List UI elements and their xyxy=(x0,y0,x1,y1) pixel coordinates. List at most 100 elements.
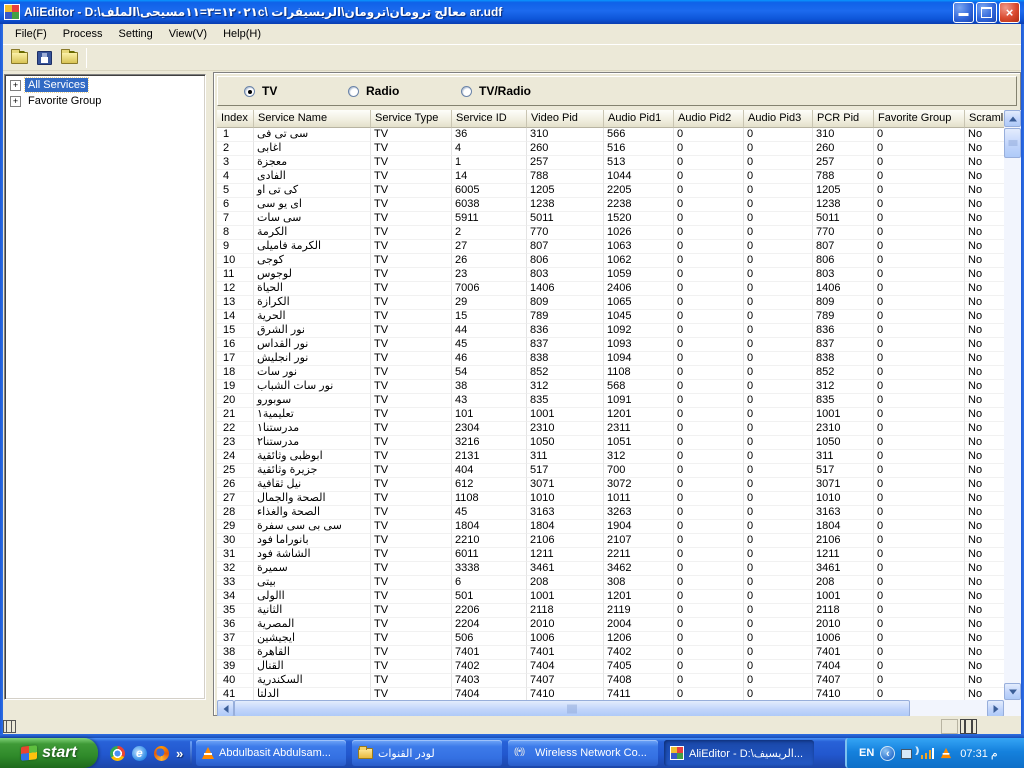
menu-item-setting[interactable]: Setting xyxy=(111,25,161,43)
table-row[interactable]: 7سى ساتTV5911501115200050110No xyxy=(217,212,1004,226)
table-row[interactable]: 30بانوراما فودTV2210210621070021060No xyxy=(217,534,1004,548)
column-header-service-type[interactable]: Service Type xyxy=(371,110,452,128)
table-row[interactable]: 33بيتىTV6208308002080No xyxy=(217,576,1004,590)
vertical-scroll-thumb[interactable] xyxy=(1004,128,1021,158)
close-button[interactable]: × xyxy=(999,2,1020,23)
table-row[interactable]: 34االولىTV501100112010010010No xyxy=(217,590,1004,604)
table-row[interactable]: 5كى تى اوTV6005120522050012050No xyxy=(217,184,1004,198)
table-row[interactable]: 19نور سات الشبابTV38312568003120No xyxy=(217,380,1004,394)
table-cell: 0 xyxy=(874,198,965,212)
task-button-vlc[interactable]: Abdulbasit Abdulsam... xyxy=(196,740,346,766)
minimize-button[interactable]: ▬ xyxy=(953,2,974,23)
column-header-service-name[interactable]: Service Name xyxy=(254,110,371,128)
firefox-icon[interactable] xyxy=(154,746,169,761)
column-header-audio-pid1[interactable]: Audio Pid1 xyxy=(604,110,674,128)
table-row[interactable]: 35الثانيةTV2206211821190021180No xyxy=(217,604,1004,618)
scroll-up-button[interactable] xyxy=(1004,110,1021,127)
horizontal-scrollbar[interactable] xyxy=(217,700,1004,717)
scroll-left-button[interactable] xyxy=(217,700,234,717)
tree-item-all-services[interactable]: +All Services xyxy=(5,77,205,93)
table-row[interactable]: 41الدلتاTV7404741074110074100No xyxy=(217,688,1004,700)
table-row[interactable]: 10كوجىTV268061062008060No xyxy=(217,254,1004,268)
table-row[interactable]: 25جزيرة وثائقيةTV404517700005170No xyxy=(217,464,1004,478)
table-row[interactable]: 1سى تى فىTV36310566003100No xyxy=(217,128,1004,142)
column-header-index[interactable]: Index xyxy=(217,110,254,128)
task-button-alieditor[interactable]: AliEditor - D:\⁦الريسيف⁩... xyxy=(664,740,814,766)
table-row[interactable]: 31الشاشة فودTV6011121122110012110No xyxy=(217,548,1004,562)
table-row[interactable]: 9الكرمة فاميلىTV278071063008070No xyxy=(217,240,1004,254)
menu-item-view-v[interactable]: View(V) xyxy=(161,25,215,43)
table-cell: 7401 xyxy=(527,646,604,660)
table-row[interactable]: 28الصحة والغذاءTV45316332630031630No xyxy=(217,506,1004,520)
table-row[interactable]: 15نور الشرقTV448361092008360No xyxy=(217,324,1004,338)
table-row[interactable]: 27الصحة والجمالTV1108101010110010100No xyxy=(217,492,1004,506)
language-indicator[interactable]: EN xyxy=(859,747,874,759)
table-row[interactable]: 24ابوظبى وثائقيةTV2131311312003110No xyxy=(217,450,1004,464)
radio-tv[interactable]: TV xyxy=(244,83,277,99)
table-row[interactable]: 40السكندريةTV7403740774080074070No xyxy=(217,674,1004,688)
task-button-wireless[interactable]: Wireless Network Co... xyxy=(508,740,658,766)
table-row[interactable]: 26نيل ثقافيةTV612307130720030710No xyxy=(217,478,1004,492)
table-cell: 208 xyxy=(527,576,604,590)
table-row[interactable]: 4الفادىTV147881044007880No xyxy=(217,170,1004,184)
menu-item-help-h[interactable]: Help(H) xyxy=(215,25,269,43)
table-row[interactable]: 39القنالTV7402740474050074040No xyxy=(217,660,1004,674)
column-header-scraml[interactable]: Scraml xyxy=(965,110,1004,128)
table-row[interactable]: 17نور انجليشTV468381094008380No xyxy=(217,352,1004,366)
table-row[interactable]: 22مدرستنا١TV2304231023110023100No xyxy=(217,422,1004,436)
table-cell: 2210 xyxy=(452,534,527,548)
quick-launch-overflow-chevron[interactable]: » xyxy=(176,746,183,761)
table-row[interactable]: 16نور القداسTV458371093008370No xyxy=(217,338,1004,352)
chrome-icon[interactable] xyxy=(110,746,125,761)
column-header-audio-pid3[interactable]: Audio Pid3 xyxy=(744,110,813,128)
menu-item-file-f[interactable]: File(F) xyxy=(7,25,55,43)
clock[interactable]: 07:31 م xyxy=(960,747,997,760)
resize-grip-icon[interactable] xyxy=(960,719,977,734)
vertical-scrollbar[interactable] xyxy=(1004,110,1021,700)
table-row[interactable]: 6اى يو سىTV6038123822380012380No xyxy=(217,198,1004,212)
table-row[interactable]: 38القاهرةTV7401740174020074010No xyxy=(217,646,1004,660)
table-row[interactable]: 23مدرستنا٢TV3216105010510010500No xyxy=(217,436,1004,450)
table-row[interactable]: 3معجزةTV1257513002570No xyxy=(217,156,1004,170)
table-row[interactable]: 13الكرازةTV298091065008090No xyxy=(217,296,1004,310)
expand-plus-icon[interactable]: + xyxy=(10,96,21,107)
table-row[interactable]: 14الحريةTV157891045007890No xyxy=(217,310,1004,324)
network-tray-icon[interactable] xyxy=(901,748,915,759)
start-button[interactable]: start xyxy=(0,738,98,768)
expand-plus-icon[interactable]: + xyxy=(10,80,21,91)
radio-radio[interactable]: Radio xyxy=(348,83,399,99)
tree-item-favorite-group[interactable]: +Favorite Group xyxy=(5,93,205,109)
table-row[interactable]: 12الحياةTV7006140624060014060No xyxy=(217,282,1004,296)
toolbar-button-open-file[interactable] xyxy=(8,47,31,69)
table-row[interactable]: 8الكرمةTV27701026007700No xyxy=(217,226,1004,240)
radio-tv-radio[interactable]: TV/Radio xyxy=(461,83,531,99)
column-header-audio-pid2[interactable]: Audio Pid2 xyxy=(674,110,744,128)
table-row[interactable]: 36المصريةTV2204201020040020100No xyxy=(217,618,1004,632)
table-row[interactable]: 32سميرةTV3338346134620034610No xyxy=(217,562,1004,576)
table-cell: نور انجليش xyxy=(254,352,371,366)
column-header-service-id[interactable]: Service ID xyxy=(452,110,527,128)
column-header-pcr-pid[interactable]: PCR Pid xyxy=(813,110,874,128)
table-row[interactable]: 11لوجوسTV238031059008030No xyxy=(217,268,1004,282)
hide-icons-chevron[interactable]: ‹ xyxy=(880,746,895,761)
table-row[interactable]: 29سى بى سى سفرةTV1804180419040018040No xyxy=(217,520,1004,534)
table-cell: 806 xyxy=(527,254,604,268)
toolbar-button-save-file[interactable] xyxy=(33,47,56,69)
toolbar-button-open-folder[interactable] xyxy=(58,47,81,69)
table-row[interactable]: 21تعليمية١TV101100112010010010No xyxy=(217,408,1004,422)
signal-strength-icon[interactable] xyxy=(921,748,934,759)
table-row[interactable]: 37ايجيشينTV506100612060010060No xyxy=(217,632,1004,646)
table-row[interactable]: 18نور ساتTV548521108008520No xyxy=(217,366,1004,380)
scroll-right-button[interactable] xyxy=(987,700,1004,717)
task-button-folder[interactable]: لودر القنوات xyxy=(352,740,502,766)
table-row[interactable]: 20سوبوروTV438351091008350No xyxy=(217,394,1004,408)
restore-button[interactable] xyxy=(976,2,997,23)
vlc-tray-icon[interactable] xyxy=(941,748,951,758)
menu-item-process[interactable]: Process xyxy=(55,25,111,43)
column-header-favorite-group[interactable]: Favorite Group xyxy=(874,110,965,128)
horizontal-scroll-thumb[interactable] xyxy=(234,700,910,717)
table-row[interactable]: 2اغابىTV4260516002600No xyxy=(217,142,1004,156)
column-header-video-pid[interactable]: Video Pid xyxy=(527,110,604,128)
internet-explorer-icon[interactable] xyxy=(132,746,147,761)
scroll-down-button[interactable] xyxy=(1004,683,1021,700)
